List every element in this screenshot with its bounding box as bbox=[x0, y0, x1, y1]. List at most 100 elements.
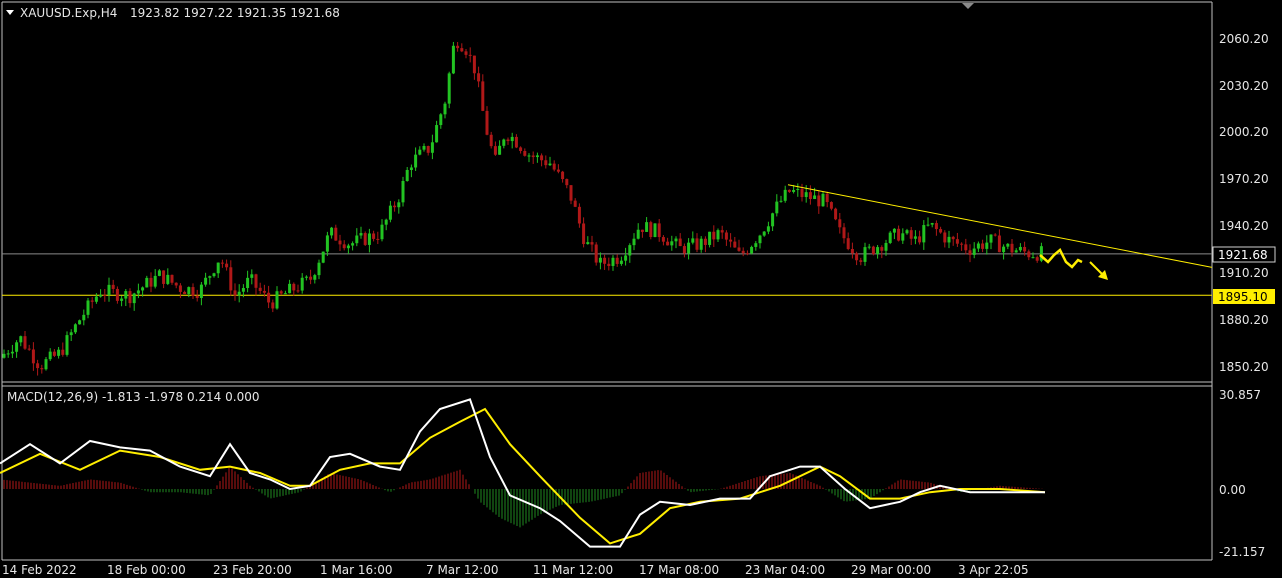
candle-body bbox=[481, 81, 485, 111]
candle-body bbox=[661, 237, 665, 242]
candle-body bbox=[90, 300, 94, 302]
candle-body bbox=[388, 205, 392, 220]
candle-body bbox=[939, 229, 943, 233]
candle-body bbox=[871, 246, 875, 254]
candle-body bbox=[624, 255, 628, 261]
candle-body bbox=[288, 283, 292, 294]
candle-body bbox=[52, 351, 56, 356]
candle-body bbox=[145, 277, 149, 288]
candle-body bbox=[313, 275, 317, 280]
candle-body bbox=[149, 277, 153, 287]
candle-body bbox=[993, 234, 997, 236]
candle-body bbox=[913, 236, 917, 239]
candle-body bbox=[1018, 246, 1022, 251]
candle-body bbox=[409, 167, 413, 170]
candle-body bbox=[40, 368, 44, 370]
candle-body bbox=[636, 229, 640, 239]
candle-body bbox=[590, 242, 594, 245]
candle-body bbox=[834, 208, 838, 220]
time-tick: 17 Mar 08:00 bbox=[639, 563, 719, 577]
candle-body bbox=[771, 213, 775, 227]
candle-body bbox=[99, 294, 103, 297]
candle-body bbox=[321, 251, 325, 263]
candle-body bbox=[367, 233, 371, 245]
candle-body bbox=[976, 243, 980, 249]
candle-body bbox=[153, 275, 157, 287]
candle-body bbox=[855, 253, 859, 261]
candle-body bbox=[296, 290, 300, 292]
candle-body bbox=[498, 145, 502, 155]
candle-body bbox=[451, 45, 455, 74]
candle-body bbox=[792, 190, 796, 192]
time-tick: 18 Feb 00:00 bbox=[107, 563, 186, 577]
time-tick: 11 Mar 12:00 bbox=[533, 563, 613, 577]
candle-body bbox=[258, 287, 262, 291]
candle-body bbox=[317, 262, 321, 276]
candle-body bbox=[283, 293, 287, 295]
candle-body bbox=[191, 287, 195, 296]
candle-body bbox=[960, 243, 964, 245]
candle-body bbox=[1023, 246, 1027, 252]
candle-body bbox=[233, 290, 237, 296]
candle-body bbox=[897, 228, 901, 241]
candle-body bbox=[783, 189, 787, 201]
candle-body bbox=[237, 291, 241, 296]
candle-body bbox=[838, 219, 842, 228]
candle-body bbox=[1010, 243, 1014, 253]
candle-body bbox=[846, 238, 850, 249]
candle-body bbox=[674, 238, 678, 242]
candle-body bbox=[342, 244, 346, 249]
time-tick: 14 Feb 2022 bbox=[2, 563, 77, 577]
candle-body bbox=[758, 235, 762, 244]
candle-body bbox=[195, 295, 199, 298]
price-tick: 1970.20 bbox=[1219, 172, 1269, 186]
candle-body bbox=[951, 236, 955, 240]
candle-body bbox=[603, 257, 607, 264]
candle-body bbox=[955, 239, 959, 244]
candle-body bbox=[817, 195, 821, 207]
candle-body bbox=[128, 291, 132, 304]
candle-body bbox=[1027, 251, 1031, 258]
candle-body bbox=[531, 155, 535, 158]
candle-body bbox=[304, 276, 308, 278]
candle-body bbox=[615, 257, 619, 264]
candle-body bbox=[468, 54, 472, 56]
price-tick: 2030.20 bbox=[1219, 79, 1269, 93]
ohlc-values: 1923.82 1927.22 1921.35 1921.68 bbox=[130, 6, 340, 20]
macd-scale-mid: 0.00 bbox=[1219, 483, 1246, 497]
symbol-label: XAUUSD.Exp,H4 bbox=[20, 6, 117, 20]
candle-body bbox=[325, 235, 329, 252]
candle-body bbox=[292, 283, 296, 291]
candle-body bbox=[220, 262, 224, 264]
trading-chart[interactable]: XAUUSD.Exp,H4 1923.82 1927.22 1921.35 19… bbox=[0, 0, 1282, 578]
candle-body bbox=[888, 232, 892, 243]
candle-body bbox=[556, 169, 560, 172]
time-tick: 7 Mar 12:00 bbox=[426, 563, 499, 577]
candle-body bbox=[918, 236, 922, 243]
candle-body bbox=[418, 149, 422, 155]
candle-body bbox=[355, 235, 359, 244]
time-tick: 1 Mar 16:00 bbox=[320, 563, 393, 577]
candle-body bbox=[1035, 257, 1039, 261]
candle-body bbox=[691, 238, 695, 243]
candle-body bbox=[754, 243, 758, 247]
candle-body bbox=[225, 263, 229, 268]
candle-body bbox=[800, 188, 804, 198]
candle-body bbox=[183, 291, 187, 295]
candle-body bbox=[103, 294, 107, 296]
candle-body bbox=[271, 302, 275, 309]
candle-body bbox=[682, 246, 686, 254]
candle-body bbox=[699, 238, 703, 250]
price-tick: 2000.20 bbox=[1219, 125, 1269, 139]
macd-label: MACD(12,26,9) -1.813 -1.978 0.214 0.000 bbox=[7, 390, 259, 404]
candle-body bbox=[94, 296, 98, 302]
candle-body bbox=[120, 298, 124, 301]
candle-body bbox=[729, 239, 733, 242]
candle-body bbox=[422, 146, 426, 150]
candle-body bbox=[246, 277, 250, 289]
candle-body bbox=[27, 348, 31, 350]
candle-body bbox=[724, 232, 728, 240]
candle-body bbox=[653, 223, 657, 238]
candle-body bbox=[863, 247, 867, 262]
candle-body bbox=[69, 332, 73, 336]
